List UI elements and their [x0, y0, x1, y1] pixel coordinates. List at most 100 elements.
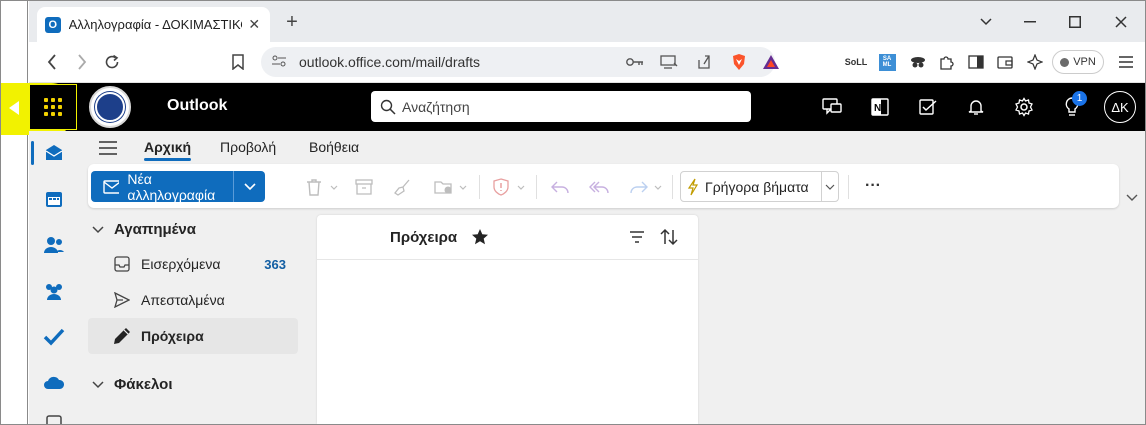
- report-chevron-icon[interactable]: [517, 184, 525, 192]
- delete-icon[interactable]: [303, 176, 325, 198]
- rail-to-do[interactable]: [29, 317, 78, 357]
- report-shield-icon[interactable]: [490, 176, 512, 198]
- hamburger-menu-icon[interactable]: [98, 139, 118, 157]
- new-mail-dropdown[interactable]: [234, 171, 265, 202]
- more-options-button[interactable]: ···: [862, 175, 884, 197]
- move-to-folder-icon[interactable]: [433, 176, 455, 198]
- search-box[interactable]: [371, 91, 751, 122]
- app-launcher-button[interactable]: [29, 84, 77, 130]
- window-frame: O Αλληλογραφία - ΔΟΚΙΜΑΣΤΙΚΟ ✕ + outlook…: [0, 0, 1146, 425]
- organization-seal-icon: [95, 92, 125, 122]
- extensions-puzzle-icon[interactable]: [936, 52, 956, 72]
- sort-icon[interactable]: [659, 227, 679, 247]
- rail-people[interactable]: [29, 225, 78, 265]
- bookmark-icon[interactable]: [227, 51, 249, 73]
- extension-spy-icon[interactable]: [908, 52, 928, 72]
- tab-view[interactable]: Προβολή: [220, 139, 276, 155]
- quick-steps-button[interactable]: Γρήγορα βήματα: [680, 171, 839, 202]
- vpn-label: VPN: [1073, 56, 1096, 68]
- reload-button[interactable]: [101, 51, 123, 73]
- wallet-icon[interactable]: [995, 52, 1015, 72]
- people-icon: [43, 237, 64, 253]
- tab-home[interactable]: Αρχική: [144, 139, 192, 161]
- folder-label: Εισερχόμενα: [141, 256, 221, 272]
- omnibox[interactable]: outlook.office.com/mail/drafts: [261, 47, 779, 77]
- rail-more-apps[interactable]: [29, 403, 78, 424]
- browser-tab[interactable]: O Αλληλογραφία - ΔΟΚΙΜΑΣΤΙΚΟ ✕: [37, 7, 270, 42]
- pencil-icon: [113, 327, 131, 345]
- tab-search-chevron-icon[interactable]: [975, 11, 997, 33]
- vpn-button[interactable]: VPN: [1052, 50, 1104, 74]
- ribbon-divider: [479, 175, 480, 199]
- envelope-icon: [103, 179, 120, 194]
- quick-steps-main[interactable]: Γρήγορα βήματα: [681, 172, 822, 201]
- extension-saml-icon[interactable]: SA ML: [877, 52, 897, 72]
- onenote-icon[interactable]: N: [868, 95, 892, 119]
- move-chevron-icon[interactable]: [459, 184, 467, 192]
- ribbon-toolbar: Νέα αλληλογραφία Γρήγορα βήματα ···: [88, 164, 1119, 208]
- folder-inbox[interactable]: Εισερχόμενα 363: [88, 246, 298, 282]
- folder-sent[interactable]: Απεσταλμένα: [88, 282, 298, 318]
- site-info-icon[interactable]: [271, 55, 287, 70]
- folder-drafts[interactable]: Πρόχειρα: [88, 318, 298, 354]
- new-mail-button[interactable]: Νέα αλληλογραφία: [91, 170, 265, 203]
- groups-icon: [45, 284, 62, 300]
- new-mail-label: Νέα αλληλογραφία: [127, 170, 216, 203]
- rail-calendar[interactable]: [29, 179, 78, 219]
- filter-icon[interactable]: [628, 228, 646, 246]
- quick-steps-label: Γρήγορα βήματα: [705, 178, 809, 195]
- ribbon-divider: [672, 175, 673, 199]
- notifications-bell-icon[interactable]: [964, 95, 988, 119]
- main-area: Αρχική Προβολή Βοήθεια Νέα αλληλογραφία: [78, 131, 1145, 424]
- user-avatar[interactable]: ΔΚ: [1104, 91, 1136, 123]
- tips-badge: 1: [1072, 91, 1087, 106]
- forward-chevron-icon[interactable]: [654, 184, 662, 192]
- key-icon[interactable]: [625, 52, 645, 72]
- share-icon[interactable]: [694, 52, 714, 72]
- chevron-down-icon: [92, 225, 104, 233]
- delete-chevron-icon[interactable]: [330, 184, 338, 192]
- favorite-star-icon[interactable]: [471, 228, 489, 246]
- reply-all-icon[interactable]: [588, 176, 610, 198]
- svg-text:N: N: [874, 103, 881, 114]
- folders-header[interactable]: Φάκελοι: [92, 376, 173, 393]
- waffle-icon: [44, 98, 62, 116]
- teams-chat-icon[interactable]: [820, 95, 844, 119]
- tab-help[interactable]: Βοήθεια: [309, 139, 359, 155]
- settings-gear-icon[interactable]: [1012, 95, 1036, 119]
- rail-mail[interactable]: [29, 133, 78, 173]
- forward-icon[interactable]: [628, 176, 650, 198]
- leo-ai-icon[interactable]: [1025, 52, 1045, 72]
- tab-close-icon[interactable]: ✕: [246, 16, 262, 33]
- sidebar-icon[interactable]: [966, 52, 986, 72]
- browser-menu-icon[interactable]: [1116, 52, 1136, 72]
- rail-groups[interactable]: [29, 271, 78, 311]
- ribbon-expand-chevron-icon[interactable]: [1125, 191, 1139, 205]
- minimize-button[interactable]: [1019, 11, 1041, 33]
- rail-onedrive[interactable]: [29, 363, 78, 403]
- search-input[interactable]: [402, 98, 722, 115]
- new-tab-button[interactable]: +: [281, 11, 303, 33]
- extension-soll-icon[interactable]: SoLL: [845, 52, 868, 72]
- install-app-icon[interactable]: [659, 52, 679, 72]
- close-window-button[interactable]: [1110, 11, 1132, 33]
- quick-steps-dropdown[interactable]: [822, 184, 838, 190]
- brave-rewards-icon[interactable]: [761, 52, 781, 72]
- to-do-icon[interactable]: [916, 95, 940, 119]
- url-text: outlook.office.com/mail/drafts: [299, 54, 481, 70]
- favorites-header[interactable]: Αγαπημένα: [92, 221, 196, 238]
- chevron-down-icon: [825, 184, 835, 190]
- new-mail-main[interactable]: Νέα αλληλογραφία: [91, 170, 234, 203]
- app-name[interactable]: Outlook: [167, 97, 227, 115]
- back-button[interactable]: [41, 51, 63, 73]
- maximize-button[interactable]: [1064, 11, 1086, 33]
- forward-button[interactable]: [71, 51, 93, 73]
- brave-shields-icon[interactable]: [729, 52, 749, 72]
- sweep-icon[interactable]: [392, 176, 414, 198]
- chevron-down-icon: [243, 182, 256, 190]
- reply-icon[interactable]: [549, 176, 571, 198]
- ribbon-tabs: Αρχική Προβολή Βοήθεια: [78, 131, 1145, 164]
- archive-icon[interactable]: [353, 176, 375, 198]
- onedrive-cloud-icon: [43, 376, 64, 389]
- organization-logo[interactable]: [89, 86, 131, 128]
